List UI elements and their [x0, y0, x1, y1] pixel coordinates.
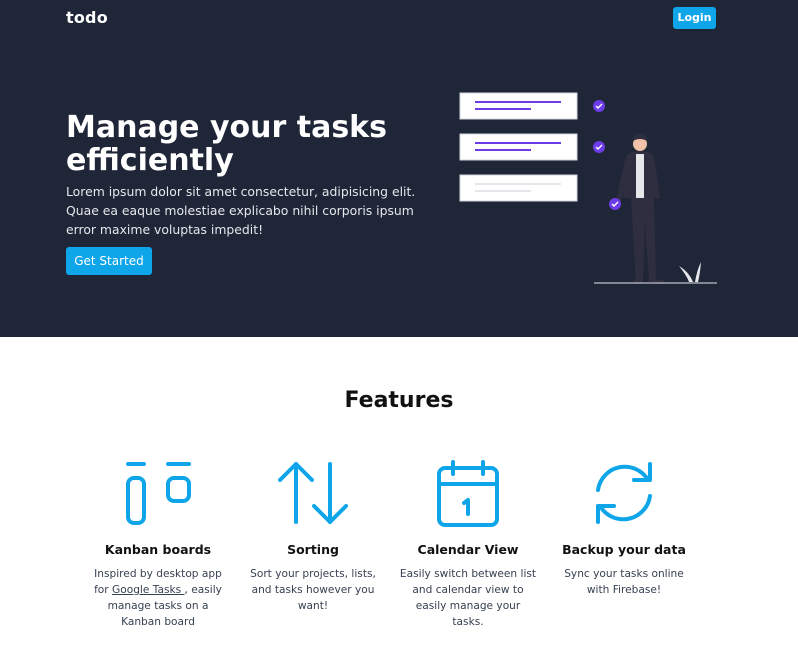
feature-kanban-boards: Kanban boards Inspired by desktop app fo…: [83, 458, 233, 630]
task-card: [459, 92, 578, 120]
feature-description: Sort your projects, lists, and tasks how…: [250, 568, 376, 612]
google-tasks-link[interactable]: Google Tasks: [112, 584, 184, 596]
feature-calendar-view: Calendar View Easily switch between list…: [393, 458, 543, 630]
refresh-icon: [596, 462, 652, 524]
feature-description: Sync your tasks online with Firebase!: [564, 568, 684, 596]
task-card: [459, 133, 578, 161]
feature-name: Calendar View: [417, 542, 519, 557]
plant-leaves: [679, 262, 701, 282]
check-circle-icon: [593, 141, 605, 153]
feature-sorting: Sorting Sort your projects, lists, and t…: [238, 458, 388, 614]
logo[interactable]: todo: [66, 8, 108, 27]
task-management-illustration: [459, 92, 717, 284]
check-circle-icon: [593, 100, 605, 112]
get-started-button[interactable]: Get Started: [66, 247, 152, 275]
hero-section: todo Login Manage your tasks efficiently…: [0, 0, 798, 337]
feature-description: Inspired by desktop app for Google Tasks…: [94, 568, 222, 628]
feature-name: Backup your data: [562, 542, 686, 557]
login-button[interactable]: Login: [673, 7, 716, 29]
kanban-icon: [126, 462, 191, 525]
feature-name: Sorting: [287, 542, 339, 557]
feature-name: Kanban boards: [104, 542, 212, 557]
person-figure: [614, 133, 664, 284]
sort-arrows-icon: [278, 462, 348, 524]
task-card: [459, 174, 578, 202]
calendar-icon: [437, 460, 499, 527]
feature-backup: Backup your data Sync your tasks online …: [549, 458, 699, 598]
feature-description: Easily switch between list and calendar …: [399, 568, 537, 628]
check-circle-icon: [609, 198, 621, 210]
features-heading: Features: [344, 388, 454, 413]
hero-title: Manage your tasks efficiently: [66, 110, 387, 178]
hero-description: Lorem ipsum dolor sit amet consectetur, …: [66, 184, 416, 237]
